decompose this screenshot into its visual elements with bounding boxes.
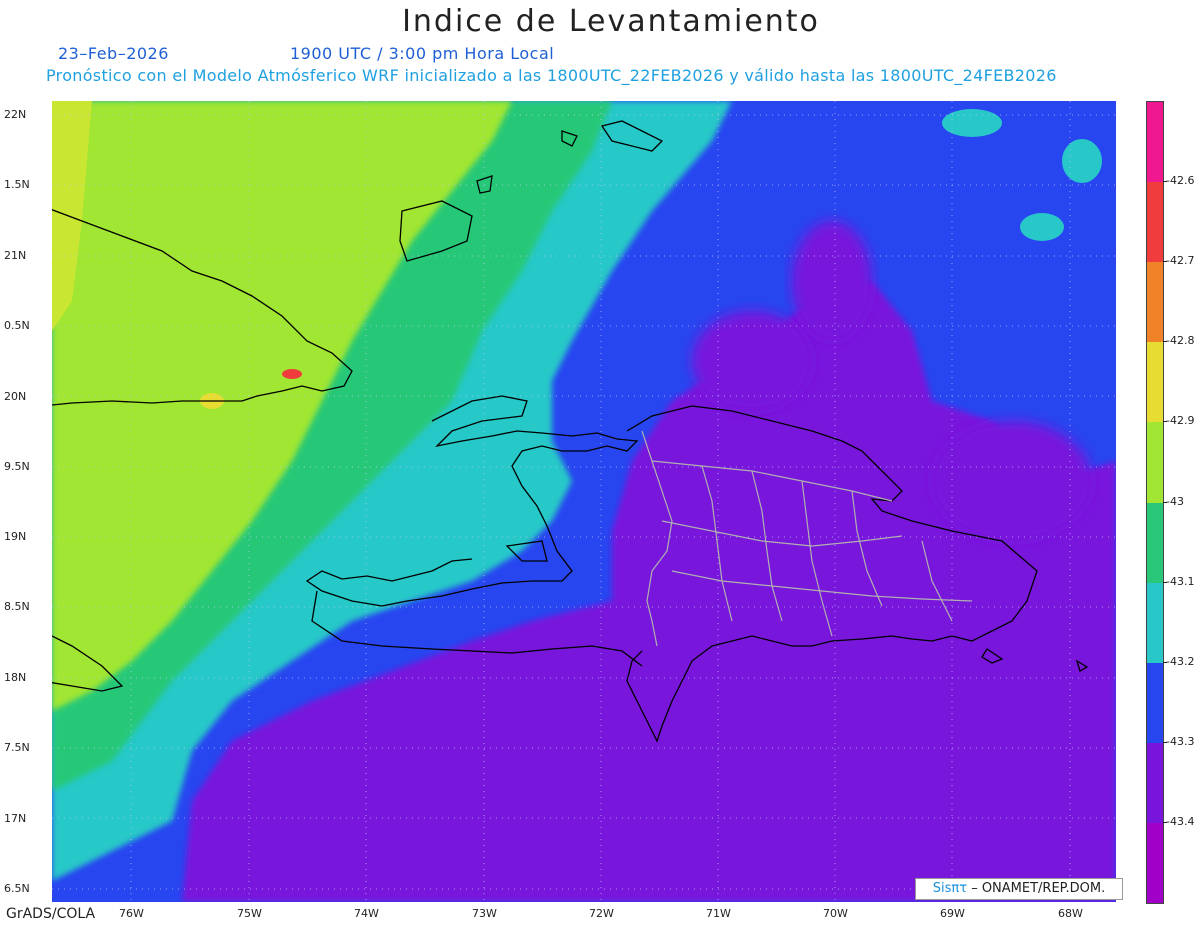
colorbar-label: -43.1	[1166, 574, 1195, 588]
lon-label: 74W	[354, 907, 379, 920]
forecast-date-time: 23–Feb–2026 1900 UTC / 3:00 pm Hora Loca…	[58, 44, 554, 63]
lon-label: 70W	[823, 907, 848, 920]
colorbar-segment	[1147, 822, 1163, 904]
colorbar	[1146, 101, 1164, 904]
lat-label: 9.5N	[4, 460, 30, 473]
lat-label: 7.5N	[4, 741, 30, 754]
colorbar-label: -42.6	[1166, 174, 1195, 188]
credit-logo: Sisπτ	[932, 881, 968, 896]
lon-label: 75W	[237, 907, 262, 920]
field-purple-blob	[792, 221, 872, 341]
lat-label: 8.5N	[4, 600, 30, 613]
lon-label: 76W	[119, 907, 144, 920]
lat-label: 21N	[4, 249, 27, 262]
forecast-time: 1900 UTC / 3:00 pm Hora Local	[290, 44, 555, 63]
field-purple-blob	[932, 421, 1092, 541]
colorbar-segment	[1147, 742, 1163, 824]
lat-label: 1.5N	[4, 178, 30, 191]
colorbar-label: -42.9	[1166, 414, 1195, 428]
lon-label: 72W	[589, 907, 614, 920]
colorbar-segment	[1147, 422, 1163, 503]
lat-label: 18N	[4, 671, 27, 684]
lat-label: 0.5N	[4, 319, 30, 332]
lat-label: 22N	[4, 108, 27, 121]
colorbar-label: -43.2	[1166, 654, 1195, 668]
lat-label: 20N	[4, 390, 27, 403]
lon-label: 73W	[472, 907, 497, 920]
colorbar-segment	[1147, 102, 1163, 183]
field-cyan-patch	[1020, 213, 1064, 241]
colorbar-segment	[1147, 662, 1163, 744]
forecast-date: 23–Feb–2026	[58, 44, 169, 63]
colorbar-segment	[1147, 502, 1163, 584]
lon-label: 69W	[940, 907, 965, 920]
field-red-spot	[282, 369, 302, 379]
colorbar-label: -43.4	[1166, 814, 1195, 828]
colorbar-label: -42.7	[1166, 254, 1195, 268]
credit-text: – ONAMET/REP.DOM.	[967, 881, 1106, 896]
field-cyan-patch	[942, 109, 1002, 137]
lat-label: 17N	[4, 812, 27, 825]
colorbar-segment	[1147, 262, 1163, 343]
lat-label: 19N	[4, 530, 27, 543]
field-purple-blob	[692, 311, 812, 411]
lon-label: 71W	[706, 907, 731, 920]
chart-title: Indice de Levantamiento	[402, 4, 820, 39]
colorbar-segment	[1147, 342, 1163, 423]
lat-label: 6.5N	[4, 882, 30, 895]
colorbar-label: -42.8	[1166, 334, 1195, 348]
credit-box: Sisπτ – ONAMET/REP.DOM.	[915, 878, 1123, 900]
colorbar-segment	[1147, 582, 1163, 664]
colorbar-segment	[1147, 182, 1163, 263]
lifted-index-map	[52, 101, 1116, 902]
colorbar-label: -43.3	[1166, 734, 1195, 748]
field-cyan-patch	[1062, 139, 1102, 183]
colorbar-label: -43	[1166, 494, 1184, 508]
map-canvas	[52, 101, 1116, 902]
model-subtitle: Pronóstico con el Modelo Atmósferico WRF…	[46, 66, 1057, 85]
footer-text: GrADS/COLA	[6, 906, 96, 922]
lon-label: 68W	[1058, 907, 1083, 920]
